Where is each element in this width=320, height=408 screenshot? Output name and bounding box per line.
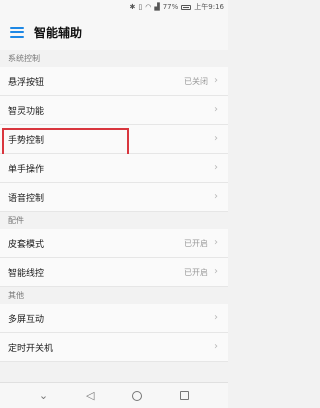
- row-label: 单手操作: [8, 164, 45, 175]
- recent-square-icon[interactable]: [180, 391, 190, 400]
- chevron-right-icon: ›: [214, 104, 218, 115]
- chevron-right-icon: ›: [214, 133, 218, 144]
- chevron-right-icon: ›: [214, 162, 218, 173]
- row-value: 已开启: [184, 267, 208, 277]
- chevron-right-icon: ›: [214, 341, 218, 352]
- status-time: 上午9:16: [194, 2, 224, 11]
- home-circle-icon[interactable]: [132, 390, 143, 401]
- back-triangle-icon[interactable]: ◁: [86, 390, 94, 401]
- page-title: 智能辅助: [34, 25, 83, 40]
- chevron-right-icon: ›: [214, 237, 218, 248]
- chevron-right-icon: ›: [214, 75, 218, 86]
- chevron-right-icon: ›: [214, 312, 218, 323]
- app-bar: 智能辅助: [0, 14, 228, 50]
- row-one-hand-mode[interactable]: 单手操作 ›: [0, 154, 228, 183]
- vibrate-icon: ▯: [138, 2, 143, 11]
- signal-icon: ▟: [154, 2, 160, 11]
- chevron-down-icon[interactable]: ⌄: [39, 390, 48, 401]
- row-voice-control[interactable]: 语音控制 ›: [0, 183, 228, 212]
- row-label: 智灵功能: [8, 106, 45, 117]
- row-smart-function[interactable]: 智灵功能 ›: [0, 96, 228, 125]
- section-header-other: 其他: [0, 287, 228, 304]
- menu-icon[interactable]: [10, 26, 24, 38]
- section-header-accessories: 配件: [0, 212, 228, 229]
- row-multi-screen[interactable]: 多屏互动 ›: [0, 304, 228, 333]
- row-scheduled-power[interactable]: 定时开关机 ›: [0, 333, 228, 362]
- battery-percent: 77%: [162, 2, 179, 11]
- row-cover-mode[interactable]: 皮套模式 已开启 ›: [0, 229, 228, 258]
- row-smart-wire-control[interactable]: 智能线控 已开启 ›: [0, 258, 228, 287]
- row-label: 手势控制: [8, 135, 45, 146]
- row-gesture-control[interactable]: 手势控制 ›: [0, 125, 228, 156]
- status-bar: ✱ ▯ ◠ ▟ 77% 上午9:16: [0, 0, 228, 14]
- row-label: 智能线控: [8, 268, 45, 279]
- chevron-right-icon: ›: [214, 191, 218, 202]
- settings-list: 系统控制 悬浮按钮 已关闭 › 智灵功能 › 手势控制 › 单手操作 › 语音控…: [0, 50, 228, 362]
- row-label: 多屏互动: [8, 314, 45, 325]
- chevron-right-icon: ›: [214, 266, 218, 277]
- row-value: 已开启: [184, 238, 208, 248]
- navigation-bar: ⌄ ◁: [0, 382, 228, 408]
- bluetooth-icon: ✱: [129, 2, 136, 11]
- row-value: 已关闭: [184, 76, 208, 86]
- section-header-system-control: 系统控制: [0, 50, 228, 67]
- row-label: 皮套模式: [8, 239, 45, 250]
- row-label: 悬浮按钮: [8, 77, 45, 88]
- battery-icon: [181, 4, 192, 10]
- wifi-icon: ◠: [145, 2, 152, 11]
- row-floating-button[interactable]: 悬浮按钮 已关闭 ›: [0, 67, 228, 96]
- row-label: 语音控制: [8, 193, 45, 204]
- row-label: 定时开关机: [8, 343, 54, 354]
